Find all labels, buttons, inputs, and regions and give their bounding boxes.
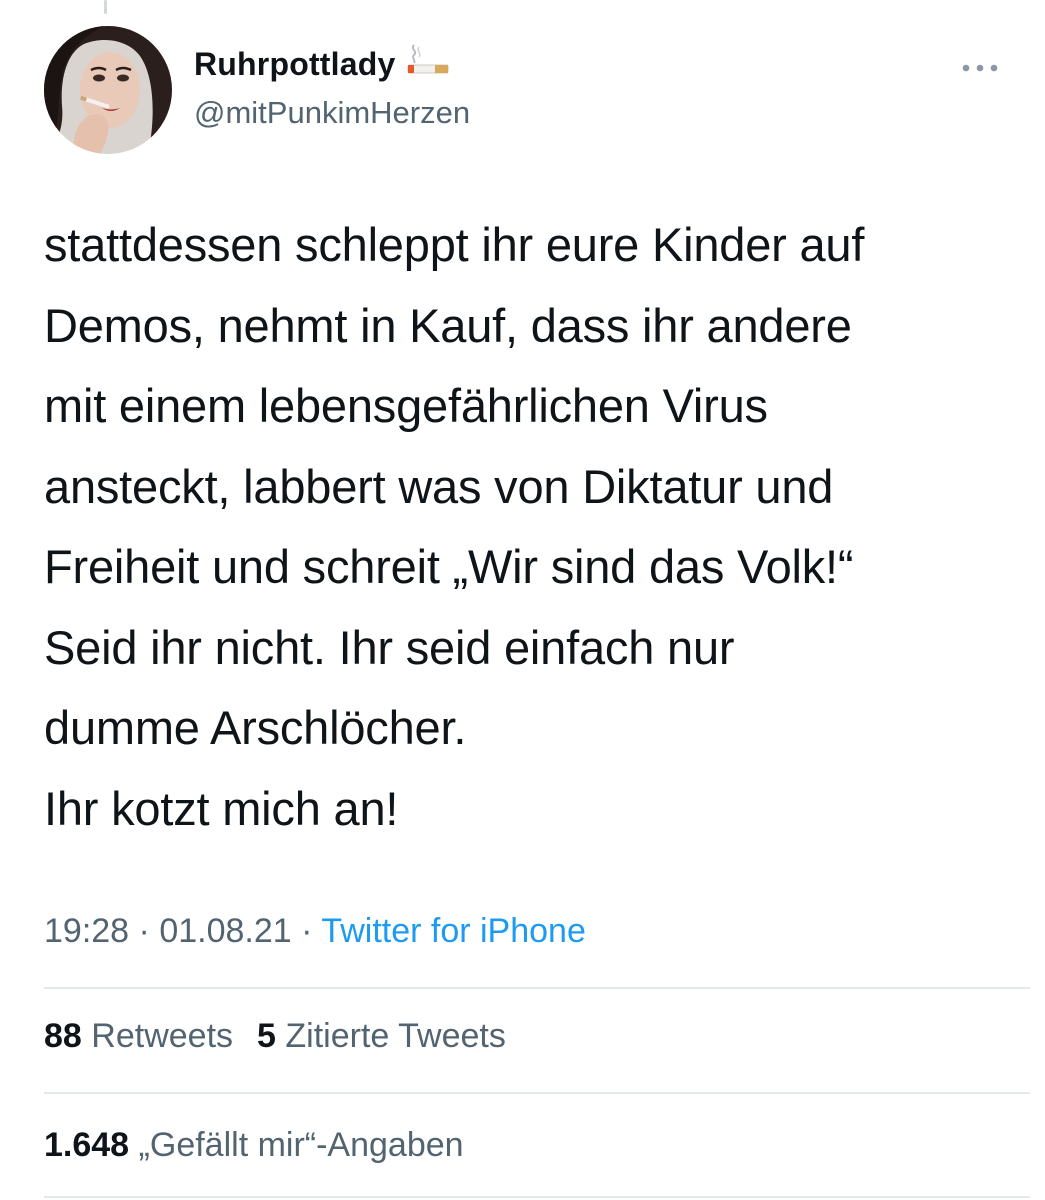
tweet-date[interactable]: 01.08.21 <box>159 912 291 950</box>
retweets-count: 88 <box>44 1017 82 1055</box>
tweet-text-line: dumme Arschlöcher. <box>44 701 467 754</box>
retweets-stat[interactable]: 88 Retweets <box>44 1017 233 1055</box>
quote-tweets-stat[interactable]: 5 Zitierte Tweets <box>257 1017 506 1055</box>
avatar-image <box>44 26 172 154</box>
retweets-label: Retweets <box>91 1017 234 1055</box>
tweet-text-line: stattdessen schleppt ihr eure Kinder auf <box>44 218 865 271</box>
meta-separator: · <box>301 912 313 950</box>
quote-tweets-label: Zitierte Tweets <box>285 1017 506 1055</box>
tweet-time[interactable]: 19:28 <box>44 912 129 950</box>
avatar[interactable] <box>44 26 172 154</box>
engagement-stats-row: 88 Retweets 5 Zitierte Tweets <box>44 1017 506 1056</box>
likes-count: 1.648 <box>44 1126 130 1164</box>
tweet-metadata: 19:28 · 01.08.21 · Twitter for iPhone <box>44 912 586 951</box>
thread-connector-line <box>104 0 107 14</box>
tweet-source-link[interactable]: Twitter for iPhone <box>321 912 586 950</box>
tweet-text-line: ansteckt, labbert was von Diktatur und <box>44 459 834 513</box>
author-handle[interactable]: @mitPunkimHerzen <box>194 95 470 131</box>
tweet-text-line: mit einem lebensgefährlichen Virus <box>44 379 768 432</box>
cigarette-icon <box>404 43 450 83</box>
more-options-icon[interactable] <box>960 58 1000 78</box>
tweet-text-line: Ihr kotzt mich an! <box>44 781 399 835</box>
tweet-text-line: Seid ihr nicht. Ihr seid einfach nur <box>44 620 735 674</box>
tweet-text-line: Freiheit und schreit „Wir sind das Volk!… <box>44 540 854 593</box>
likes-label: „Gefällt mir“-Angaben <box>138 1126 464 1164</box>
meta-separator: · <box>138 912 150 950</box>
likes-stats-row: 1.648 „Gefällt mir“-Angaben <box>44 1126 464 1165</box>
author-display-name[interactable]: Ruhrpottlady <box>194 43 450 83</box>
divider <box>44 1196 1030 1198</box>
divider <box>44 987 1030 989</box>
divider <box>44 1092 1030 1094</box>
tweet-text-line: Demos, nehmt in Kauf, dass ihr andere <box>44 298 852 352</box>
author-name-text: Ruhrpottlady <box>194 46 396 82</box>
tweet-text: stattdessen schleppt ihr eure Kinder auf… <box>44 205 1019 849</box>
quote-tweets-count: 5 <box>257 1017 276 1055</box>
likes-stat[interactable]: 1.648 „Gefällt mir“-Angaben <box>44 1126 464 1164</box>
